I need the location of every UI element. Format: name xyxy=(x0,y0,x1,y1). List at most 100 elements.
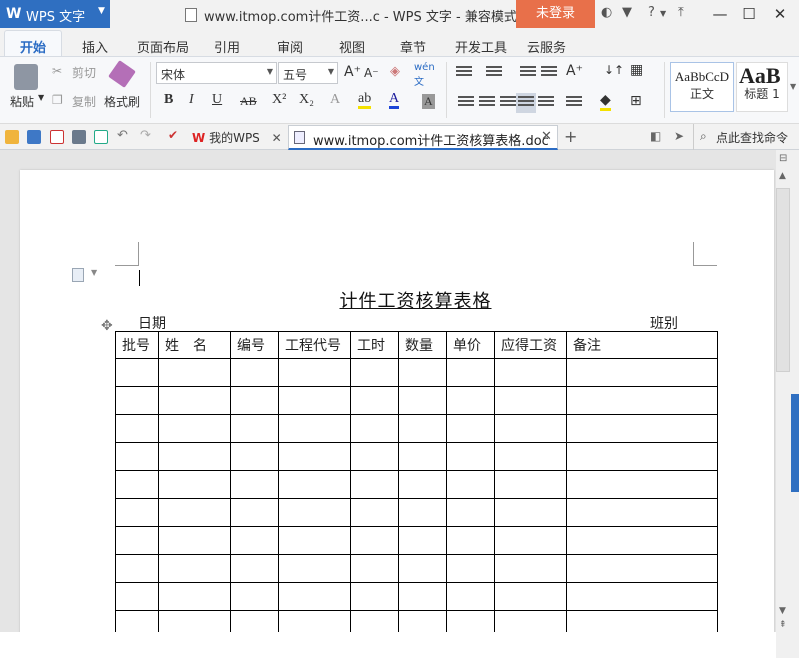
table-cell[interactable] xyxy=(566,442,718,471)
table-cell[interactable] xyxy=(350,554,399,583)
table-cell[interactable] xyxy=(115,358,159,387)
decrease-indent-icon[interactable] xyxy=(520,66,536,80)
table-cell[interactable] xyxy=(494,386,567,415)
table-cell[interactable] xyxy=(115,582,159,611)
tab-review[interactable]: 审阅 xyxy=(277,37,303,56)
tab-active-document[interactable]: www.itmop.com计件工资核算表格.doc ✕ xyxy=(288,125,558,150)
table-cell[interactable] xyxy=(158,414,231,443)
shading-icon[interactable]: ◆ xyxy=(600,92,611,111)
table-cell[interactable] xyxy=(398,414,447,443)
table-cell[interactable] xyxy=(278,554,351,583)
command-search-input[interactable]: 点此查找命令 xyxy=(716,129,788,146)
bullet-list-icon[interactable] xyxy=(456,66,472,80)
chevron-down-icon[interactable]: ▼ xyxy=(660,9,666,18)
table-cell[interactable] xyxy=(350,526,399,555)
new-tab-button[interactable]: + xyxy=(564,127,577,146)
table-cell[interactable] xyxy=(278,582,351,611)
table-cell[interactable] xyxy=(398,582,447,611)
font-color-icon[interactable]: A xyxy=(389,92,400,109)
table-cell[interactable] xyxy=(230,526,279,555)
table-cell[interactable] xyxy=(115,386,159,415)
distributed-align-icon[interactable] xyxy=(538,96,554,110)
pinyin-guide-icon[interactable]: wén 文 xyxy=(414,62,435,88)
table-cell[interactable] xyxy=(398,554,447,583)
table-cell[interactable] xyxy=(278,358,351,387)
table-cell[interactable] xyxy=(494,582,567,611)
table-cell[interactable] xyxy=(398,442,447,471)
header-wage-due[interactable]: 应得工资 xyxy=(494,331,567,359)
app-menu-button[interactable]: W WPS 文字 ▼ xyxy=(0,0,110,28)
table-cell[interactable] xyxy=(350,470,399,499)
upload-icon[interactable]: ⤒ xyxy=(678,5,684,20)
text-direction-icon[interactable]: A⁺ xyxy=(566,63,583,79)
skin-icon[interactable]: ◐ xyxy=(601,5,612,20)
table-cell[interactable] xyxy=(158,386,231,415)
table-cell[interactable] xyxy=(494,358,567,387)
format-painter-button[interactable]: 格式刷 xyxy=(104,93,140,110)
table-cell[interactable] xyxy=(446,414,495,443)
table-cell[interactable] xyxy=(278,386,351,415)
table-cell[interactable] xyxy=(230,386,279,415)
tab-developer[interactable]: 开发工具 xyxy=(455,37,507,56)
clear-format-icon[interactable]: ◈ xyxy=(390,64,400,79)
table-cell[interactable] xyxy=(398,386,447,415)
table-cell[interactable] xyxy=(446,526,495,555)
doc-manager-icon[interactable]: ◧ xyxy=(650,129,661,143)
table-cell[interactable] xyxy=(566,470,718,499)
scroll-up-arrow[interactable]: ▲ xyxy=(779,171,786,181)
scrollbar-thumb[interactable] xyxy=(776,188,790,372)
justify-icon[interactable] xyxy=(516,93,536,113)
split-view-icon[interactable]: ⊟ xyxy=(779,153,787,164)
paste-icon[interactable] xyxy=(14,64,38,90)
table-cell[interactable] xyxy=(158,554,231,583)
table-cell[interactable] xyxy=(230,442,279,471)
header-id[interactable]: 编号 xyxy=(230,331,279,359)
table-cell[interactable] xyxy=(230,414,279,443)
header-remarks[interactable]: 备注 xyxy=(566,331,718,359)
cut-button[interactable]: 剪切 xyxy=(72,64,96,81)
share-icon[interactable]: ➤ xyxy=(674,129,684,143)
table-cell[interactable] xyxy=(115,498,159,527)
side-panel-toggle[interactable] xyxy=(791,394,799,492)
table-cell[interactable] xyxy=(446,442,495,471)
table-move-handle-icon[interactable]: ✥ xyxy=(101,318,113,334)
close-button[interactable]: ✕ xyxy=(767,3,793,25)
table-cell[interactable] xyxy=(350,498,399,527)
table-cell[interactable] xyxy=(230,358,279,387)
table-cell[interactable] xyxy=(115,470,159,499)
undo-icon[interactable]: ↶ xyxy=(117,128,128,143)
align-center-icon[interactable] xyxy=(479,96,495,110)
table-cell[interactable] xyxy=(446,358,495,387)
text-effect-icon[interactable]: A xyxy=(330,92,340,108)
style-heading-1[interactable]: AaB 标题 1 xyxy=(736,62,788,112)
table-cell[interactable] xyxy=(158,498,231,527)
table-cell[interactable] xyxy=(158,582,231,611)
table-cell[interactable] xyxy=(494,442,567,471)
tab-insert[interactable]: 插入 xyxy=(82,37,108,56)
table-cell[interactable] xyxy=(446,498,495,527)
underline-button[interactable]: U xyxy=(212,92,222,108)
font-name-select[interactable]: 宋体 ▼ xyxy=(156,62,277,84)
table-cell[interactable] xyxy=(398,526,447,555)
scroll-down-arrow[interactable]: ▼ xyxy=(779,606,786,616)
table-cell[interactable] xyxy=(446,386,495,415)
bold-button[interactable]: B xyxy=(164,92,173,108)
table-cell[interactable] xyxy=(158,442,231,471)
tab-view[interactable]: 视图 xyxy=(339,37,365,56)
shrink-font-icon[interactable]: A⁻ xyxy=(364,66,379,80)
header-quantity[interactable]: 数量 xyxy=(398,331,447,359)
header-batch-no[interactable]: 批号 xyxy=(115,331,159,359)
sort-icon[interactable]: ↓↑ xyxy=(604,63,624,77)
redo-icon[interactable]: ↷ xyxy=(140,128,151,143)
table-cell[interactable] xyxy=(398,470,447,499)
table-cell[interactable] xyxy=(446,470,495,499)
font-size-select[interactable]: 五号 ▼ xyxy=(278,62,338,84)
table-cell[interactable] xyxy=(350,358,399,387)
header-unit-price[interactable]: 单价 xyxy=(446,331,495,359)
paste-button[interactable]: 粘贴 xyxy=(10,93,34,110)
table-grid-icon[interactable]: ▦ xyxy=(630,62,643,78)
print-preview-icon[interactable] xyxy=(94,130,108,144)
chevron-down-icon[interactable]: ▼ xyxy=(38,93,44,102)
table-cell[interactable] xyxy=(494,526,567,555)
table-cell[interactable] xyxy=(230,554,279,583)
